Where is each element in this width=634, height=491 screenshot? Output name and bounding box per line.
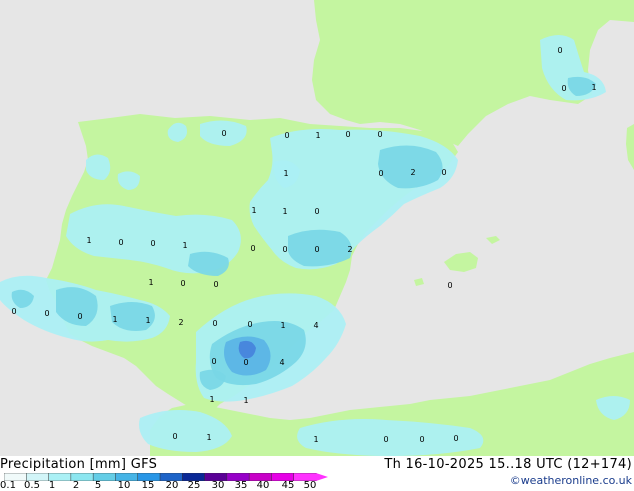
value-label: 0 xyxy=(383,435,388,444)
value-label: 1 xyxy=(86,236,91,245)
legend-tick-label: 35 xyxy=(234,480,248,491)
precip-ebro-core xyxy=(287,229,352,267)
legend-tick-label: 15 xyxy=(141,480,155,491)
value-label: 0 xyxy=(77,312,82,321)
value-label: 1 xyxy=(591,83,596,92)
legend-tick-label: 2 xyxy=(72,480,80,491)
value-label: 1 xyxy=(145,316,150,325)
value-label: 0 xyxy=(557,46,562,55)
value-label: 0 xyxy=(11,307,16,316)
value-label: 1 xyxy=(148,278,153,287)
value-label: 0 xyxy=(180,279,185,288)
value-label: 1 xyxy=(313,435,318,444)
legend-arrow-icon xyxy=(316,473,328,481)
value-label: 0 xyxy=(250,244,255,253)
map-footer: Precipitation [mm] GFS Th 16-10-2025 15.… xyxy=(0,456,634,491)
legend-tick-label: 25 xyxy=(187,480,201,491)
credit-link[interactable]: ©weatheronline.co.uk xyxy=(510,474,632,487)
value-label: 0 xyxy=(345,130,350,139)
value-label: 0 xyxy=(447,281,452,290)
value-label: 4 xyxy=(279,358,284,367)
value-label: 1 xyxy=(283,169,288,178)
map-title: Precipitation [mm] GFS xyxy=(0,457,158,472)
value-label: 1 xyxy=(251,206,256,215)
value-label: 0 xyxy=(212,319,217,328)
value-label: 0 xyxy=(211,357,216,366)
value-label: 0 xyxy=(284,131,289,140)
legend-tick-label: 40 xyxy=(256,480,270,491)
value-label: 0 xyxy=(150,239,155,248)
value-label: 0 xyxy=(213,280,218,289)
value-label: 2 xyxy=(410,168,415,177)
value-label: 0 xyxy=(378,169,383,178)
value-label: 2 xyxy=(178,318,183,327)
legend-tick-label: 5 xyxy=(94,480,102,491)
legend-tick-label: 0.5 xyxy=(24,480,40,491)
value-label: 0 xyxy=(314,207,319,216)
value-label: 0 xyxy=(44,309,49,318)
forecast-time: Th 16-10-2025 15..18 UTC (12+174) xyxy=(384,457,632,472)
value-label: 0 xyxy=(561,84,566,93)
precipitation-map: 0 0 1 0 0 0 1 0 2 1 1 0 1 0 0 1 0 0 0 2 1 0 0 0 0 0 1 1 2 0 0 1 4 0 0 4 1 1 0 1… xyxy=(0,0,634,456)
value-label: 1 xyxy=(280,321,285,330)
value-label: 1 xyxy=(243,396,248,405)
value-label: 0 xyxy=(441,168,446,177)
value-label: 0 xyxy=(118,238,123,247)
legend-tick-label: 1 xyxy=(48,480,56,491)
value-label: 1 xyxy=(209,395,214,404)
value-label: 1 xyxy=(282,207,287,216)
value-label: 0 xyxy=(247,320,252,329)
legend-tick-label: 10 xyxy=(117,480,131,491)
value-label: 1 xyxy=(206,433,211,442)
map-canvas: 0 0 1 0 0 0 1 0 2 1 1 0 1 0 0 1 0 0 0 2 1 0 0 0 0 0 1 1 2 0 0 1 4 0 0 4 1 1 0 1… xyxy=(0,0,634,456)
value-label: 0 xyxy=(282,245,287,254)
value-label: 0 xyxy=(377,130,382,139)
value-label: 1 xyxy=(315,131,320,140)
value-label: 0 xyxy=(243,358,248,367)
value-label: 1 xyxy=(112,315,117,324)
value-label: 1 xyxy=(182,241,187,250)
legend-tick-label: 0.1 xyxy=(0,480,16,491)
value-label: 0 xyxy=(419,435,424,444)
legend-tick-label: 50 xyxy=(303,480,317,491)
value-label: 0 xyxy=(314,245,319,254)
legend-tick-label: 20 xyxy=(165,480,179,491)
value-label: 0 xyxy=(453,434,458,443)
legend-tick-label: 45 xyxy=(281,480,295,491)
value-label: 2 xyxy=(347,245,352,254)
value-label: 4 xyxy=(313,321,318,330)
value-label: 0 xyxy=(221,129,226,138)
legend-tick-label: 30 xyxy=(211,480,225,491)
value-label: 0 xyxy=(172,432,177,441)
